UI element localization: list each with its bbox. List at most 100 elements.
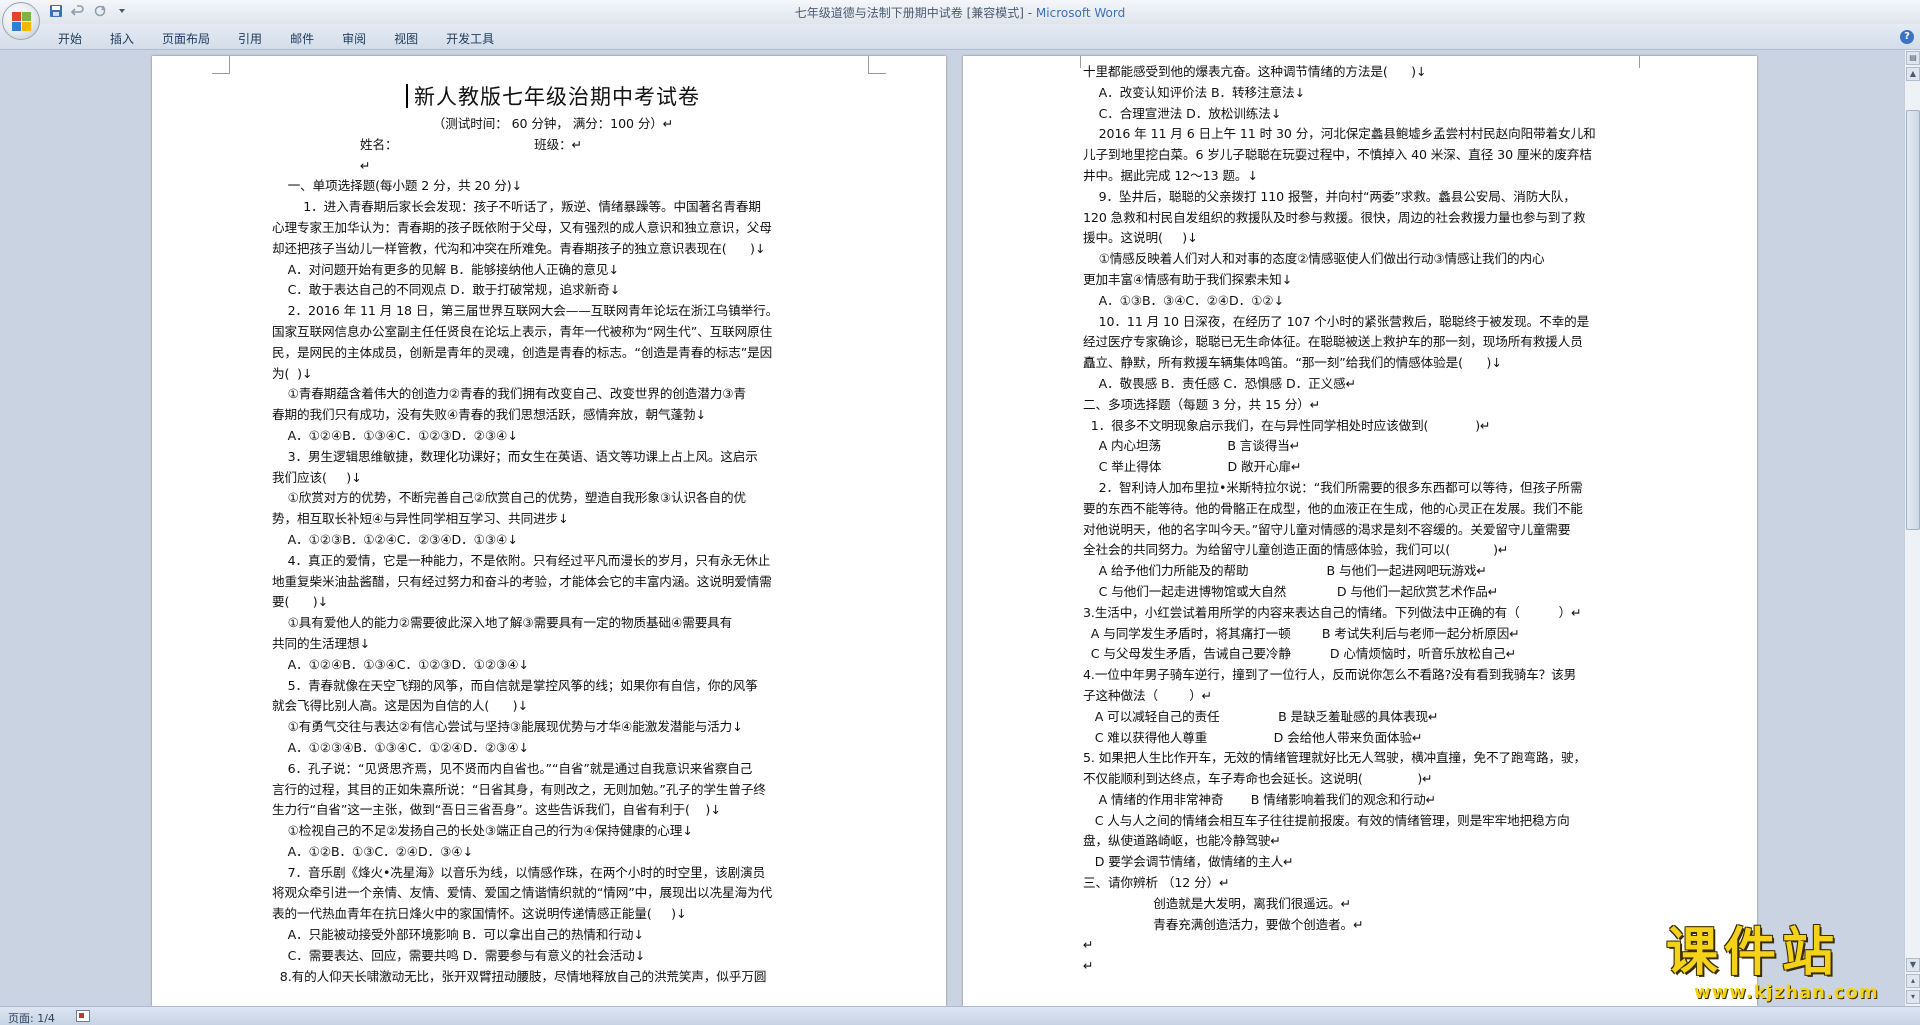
text-line[interactable]: 井中。据此完成 12～13 题。↓ <box>1083 166 1641 187</box>
text-line[interactable]: 援中。这说明( )↓ <box>1083 228 1641 249</box>
next-page-icon[interactable]: ▾ <box>1906 990 1920 1004</box>
tab-mailings[interactable]: 邮件 <box>276 30 328 47</box>
text-line[interactable]: A．对问题开始有更多的见解 B．能够接纳他人正确的意见↓ <box>272 260 834 281</box>
vertical-scrollbar[interactable]: ▤ ▲ ▼ ▴ ▾ <box>1904 50 1920 1006</box>
text-line[interactable]: A．①②④B．①③④C．①②③D．②③④↓ <box>272 426 834 447</box>
text-line[interactable]: C 与父母发生矛盾，告诫自己要冷静 D 心情烦恼时，听音乐放松自己↵ <box>1083 644 1641 665</box>
text-line[interactable]: ↵ <box>1083 935 1641 956</box>
scrollbar-thumb[interactable] <box>1906 110 1920 530</box>
tab-view[interactable]: 视图 <box>380 30 432 47</box>
text-line[interactable]: 表的一代热血青年在抗日烽火中的家国情怀。这说明传递情感正能量( )↓ <box>272 904 834 925</box>
text-line[interactable]: C 与他们一起走进博物馆或大自然 D 与他们一起欣赏艺术作品↵ <box>1083 582 1641 603</box>
text-line[interactable]: 就会飞得比别人高。这是因为自信的人( )↓ <box>272 696 834 717</box>
text-line[interactable]: C．敢于表达自己的不同观点 D．敢于打破常规，追求新奇↓ <box>272 280 834 301</box>
text-line[interactable]: ①检视自己的不足②发扬自己的长处③端正自己的行为④保持健康的心理↓ <box>272 821 834 842</box>
ruler-toggle-icon[interactable]: ▤ <box>1906 51 1920 65</box>
text-line[interactable]: A．①②B．①③C．②④D．③④↓ <box>272 842 834 863</box>
text-line[interactable]: 5. 如果把人生比作开车，无效的情绪管理就好比无人驾驶，横冲直撞，免不了跑弯路，… <box>1083 748 1641 769</box>
text-line[interactable]: 4．真正的爱情，它是一种能力，不是依附。只有经过平凡而漫长的岁月，只有永无休止 <box>272 551 834 572</box>
proofing-icon[interactable] <box>76 1010 90 1022</box>
text-line[interactable]: ①青春期蕴含着伟大的创造力②青春的我们拥有改变自己、改变世界的创造潜力③青 <box>272 384 834 405</box>
text-line[interactable]: 三、请你辨析 （12 分）↵ <box>1083 873 1641 894</box>
text-line[interactable]: 地重复柴米油盐酱醋，只有经过努力和奋斗的考验，才能体会它的丰富内涵。这说明爱情需 <box>272 572 834 593</box>
text-line[interactable]: ①情感反映着人们对人和对事的态度②情感驱使人们做出行动③情感让我们的内心 <box>1083 249 1641 270</box>
page-2-text[interactable]: 十里都能感受到他的爆表亢奋。这种调节情绪的方法是( )↓ A．改变认知评价法 B… <box>1083 62 1641 977</box>
text-line[interactable]: 2016 年 11 月 6 日上午 11 时 30 分，河北保定蠡县鲍墟乡孟尝村… <box>1083 124 1641 145</box>
text-line[interactable]: 姓名： 班级：↵ <box>272 135 834 156</box>
text-line[interactable]: 生力行“自省”这一主张，做到“吾日三省吾身”。这些告诉我们，自省有利于( )↓ <box>272 800 834 821</box>
text-line[interactable]: 7．音乐剧《烽火•冼星海》以音乐为线，以情感作珠，在两个小时的时空里，该剧演员 <box>272 863 834 884</box>
tab-home[interactable]: 开始 <box>44 30 96 47</box>
text-line[interactable]: 春期的我们只有成功，没有失败④青春的我们思想活跃，感情奔放，朝气蓬勃↓ <box>272 405 834 426</box>
previous-page-icon[interactable]: ▴ <box>1906 974 1920 988</box>
text-line[interactable]: 2．智利诗人加布里拉•米斯特拉尔说：“我们所需要的很多东西都可以等待，但孩子所需 <box>1083 478 1641 499</box>
text-line[interactable]: 更加丰富④情感有助于我们探索未知↓ <box>1083 270 1641 291</box>
text-line[interactable]: A 情绪的作用非常神奇 B 情绪影响着我们的观念和行动↵ <box>1083 790 1641 811</box>
text-line[interactable]: 为( )↓ <box>272 364 834 385</box>
tab-developer[interactable]: 开发工具 <box>432 30 508 47</box>
text-line[interactable]: 9．坠井后，聪聪的父亲拨打 110 报警，并向村“两委”求救。蠡县公安局、消防大… <box>1083 187 1641 208</box>
text-line[interactable]: 3．男生逻辑思维敏捷，数理化功课好；而女生在英语、语文等功课上占上风。这启示 <box>272 447 834 468</box>
text-line[interactable]: 1．很多不文明现象启示我们，在与异性同学相处时应该做到( )↵ <box>1083 416 1641 437</box>
text-line[interactable]: 盘，纵使道路崎岖，也能冷静驾驶↵ <box>1083 831 1641 852</box>
text-line[interactable]: C 人与人之间的情绪会相互车子往往提前报废。有效的情绪管理，则是牢牢地把稳方向 <box>1083 811 1641 832</box>
text-line[interactable]: 却还把孩子当幼儿一样管教，代沟和冲突在所难免。青春期孩子的独立意识表现在( )↓ <box>272 239 834 260</box>
page-count[interactable]: 页面: 1/4 <box>8 1010 55 1025</box>
text-line[interactable]: A．①②④B．①③④C．①②③D．①②③④↓ <box>272 655 834 676</box>
text-line[interactable]: 势，相互取长补短④与异性同学相互学习、共同进步↓ <box>272 509 834 530</box>
text-line[interactable]: 经过医疗专家确诊，聪聪已无生命体征。在聪聪被送上救护车的那一刻，现场所有救援人员 <box>1083 332 1641 353</box>
text-line[interactable]: 10．11 月 10 日深夜，在经历了 107 个小时的紧张营救后，聪聪终于被发… <box>1083 312 1641 333</box>
document-page-1[interactable]: 新人教版七年级治期中考试卷 （测试时间： 60 分钟， 满分：100 分）↵ 姓名：… <box>152 56 946 1006</box>
text-line[interactable]: 8.有的人仰天长啸激动无比，张开双臂扭动腰肢，尽情地释放自己的洪荒笑声，似乎万圆 <box>272 967 834 988</box>
text-line[interactable]: 共同的生活理想↓ <box>272 634 834 655</box>
text-line[interactable]: （测试时间： 60 分钟， 满分：100 分）↵ <box>272 114 834 135</box>
text-line[interactable]: 二、多项选择题（每题 3 分，共 15 分）↵ <box>1083 395 1641 416</box>
tab-review[interactable]: 审阅 <box>328 30 380 47</box>
text-line[interactable]: 心理专家王加华认为：青春期的孩子既依附于父母，又有强烈的成人意识和独立意识，父母 <box>272 218 834 239</box>
text-line[interactable]: 十里都能感受到他的爆表亢奋。这种调节情绪的方法是( )↓ <box>1083 62 1641 83</box>
text-line[interactable]: ①具有爱他人的能力②需要彼此深入地了解③需要具有一定的物质基础④需要具有 <box>272 613 834 634</box>
text-line[interactable]: 矗立、静默，所有救援车辆集体鸣笛。“那一刻”给我们的情感体验是( )↓ <box>1083 353 1641 374</box>
text-line[interactable]: C 难以获得他人尊重 D 会给他人带来负面体验↵ <box>1083 728 1641 749</box>
text-line[interactable]: C 举止得体 D 敞开心扉↵ <box>1083 457 1641 478</box>
text-line[interactable]: 将观众牵引进一个亲情、友情、爱情、爱国之情谐情织就的“情网”中，展现出以冼星海为… <box>272 883 834 904</box>
text-line[interactable]: 民，是网民的主体成员，创新是青年的灵魂，创造是青春的标志。“创造是青春的标志”是… <box>272 343 834 364</box>
text-line[interactable]: 我们应该( )↓ <box>272 468 834 489</box>
text-line[interactable]: C．合理宣泄法 D．放松训练法↓ <box>1083 104 1641 125</box>
text-line[interactable]: A．①②③B．①②④C．②③④D．①③④↓ <box>272 530 834 551</box>
tab-references[interactable]: 引用 <box>224 30 276 47</box>
text-line[interactable]: 儿子到地里挖白菜。6 岁儿子聪聪在玩耍过程中，不慎掉入 40 米深、直径 30 … <box>1083 145 1641 166</box>
scroll-up-icon[interactable]: ▲ <box>1906 67 1920 81</box>
text-line[interactable]: C．需要表达、回应，需要共鸣 D．需要参与有意义的社会活动↓ <box>272 946 834 967</box>
text-line[interactable]: 5．青春就像在天空飞翔的风筝，而自信就是掌控风筝的线；如果你有自信，你的风筝 <box>272 676 834 697</box>
text-line[interactable]: 国家互联网信息办公室副主任任贤良在论坛上表示，青年一代被称为“网生代”、互联网原… <box>272 322 834 343</box>
text-line[interactable]: A．改变认知评价法 B．转移注意法↓ <box>1083 83 1641 104</box>
exam-title[interactable]: 新人教版七年级治期中考试卷 <box>272 80 834 114</box>
text-line[interactable]: 全社会的共同努力。为给留守儿童创造正面的情感体验，我们可以( )↵ <box>1083 540 1641 561</box>
text-line[interactable]: ①欣赏对方的优势，不断完善自己②欣赏自己的优势，塑造自我形象③认识各自的优 <box>272 488 834 509</box>
text-line[interactable]: 创造就是大发明，离我们很遥远。↵ <box>1083 894 1641 915</box>
text-line[interactable]: 3.生活中，小红尝试着用所学的内容来表达自己的情绪。下列做法中正确的有（ ）↵ <box>1083 603 1641 624</box>
text-line[interactable]: ①有勇气交往与表达②有信心尝试与坚持③能展现优势与才华④能激发潜能与活力↓ <box>272 717 834 738</box>
text-line[interactable]: 要的东西不能等待。他的骨骼正在成型，他的血液正在生成，他的心灵正在发展。我们不能 <box>1083 499 1641 520</box>
text-line[interactable]: 6．孔子说：“见贤思齐焉，见不贤而内自省也。”“自省”就是通过自我意识来省察自己 <box>272 759 834 780</box>
text-line[interactable]: 言行的过程，其目的正如朱熹所说：“日省其身，有则改之，无则加勉。”孔子的学生曾子… <box>272 780 834 801</box>
text-line[interactable]: 子这种做法（ ）↵ <box>1083 686 1641 707</box>
text-line[interactable]: ↵ <box>272 156 834 177</box>
text-line[interactable]: 1．进入青春期后家长会发现：孩子不听话了，叛逆、情绪暴躁等。中国著名青春期 <box>272 197 834 218</box>
text-line[interactable]: A．①②③④B．①③④C．①②④D．②③④↓ <box>272 738 834 759</box>
text-line[interactable]: A 可以减轻自己的责任 B 是缺乏羞耻感的具体表现↵ <box>1083 707 1641 728</box>
text-line[interactable]: D 要学会调节情绪，做情绪的主人↵ <box>1083 852 1641 873</box>
text-line[interactable]: A．①③B．③④C．②④D．①②↓ <box>1083 291 1641 312</box>
tab-page-layout[interactable]: 页面布局 <box>148 30 224 47</box>
help-icon[interactable]: ? <box>1900 30 1914 44</box>
text-line[interactable]: 120 急救和村民自发组织的救援队及时参与救援。很快，周边的社会救援力量也参与到… <box>1083 208 1641 229</box>
text-line[interactable]: ↵ <box>1083 956 1641 977</box>
text-line[interactable]: A 给予他们力所能及的帮助 B 与他们一起进网吧玩游戏↵ <box>1083 561 1641 582</box>
text-line[interactable]: A 与同学发生矛盾时，将其痛打一顿 B 考试失利后与老师一起分析原因↵ <box>1083 624 1641 645</box>
scroll-down-icon[interactable]: ▼ <box>1906 958 1920 972</box>
document-page-2[interactable]: 十里都能感受到他的爆表亢奋。这种调节情绪的方法是( )↓ A．改变认知评价法 B… <box>963 56 1757 1006</box>
text-line[interactable]: 4.一位中年男子骑车逆行，撞到了一位行人，反而说你怎么不看路?没有看到我骑车？该… <box>1083 665 1641 686</box>
text-line[interactable]: 要( )↓ <box>272 592 834 613</box>
text-line[interactable]: A．只能被动接受外部环境影响 B．可以拿出自己的热情和行动↓ <box>272 925 834 946</box>
